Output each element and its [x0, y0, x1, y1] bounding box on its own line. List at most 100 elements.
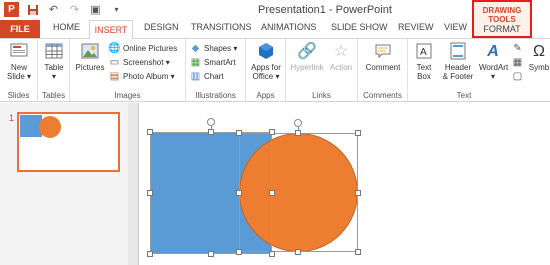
group-label-links: Links: [312, 91, 331, 100]
ribbon: New Slide ▾ Slides Table ▾ Tables Pictur…: [0, 38, 550, 102]
pictures-button[interactable]: Pictures: [73, 41, 107, 72]
tab-view[interactable]: VIEW: [444, 22, 467, 32]
powerpoint-window: P ↶ ↷ ▣ ▾ Presentation1 - PowerPoint FIL…: [0, 0, 550, 265]
photo-album-button[interactable]: ▤ Photo Album ▾: [109, 71, 175, 82]
customize-qat-icon[interactable]: ▾: [109, 2, 124, 17]
action-star-icon: ☆: [333, 42, 349, 60]
group-label-illustrations: Illustrations: [195, 91, 236, 100]
resize-handle[interactable]: [236, 130, 242, 136]
pictures-icon: [80, 41, 100, 61]
tab-insert[interactable]: INSERT: [89, 20, 133, 39]
text-box-label: Text: [416, 63, 432, 72]
date-time-button[interactable]: ▦: [512, 57, 523, 68]
screenshot-button[interactable]: ▭ Screenshot ▾: [109, 57, 170, 68]
hyperlink-label: Hyperlink: [290, 63, 324, 72]
rectangle-rotate-handle-icon[interactable]: [207, 118, 215, 126]
apps-label-2: Office ▾: [252, 72, 280, 81]
date-time-icon: ▦: [512, 57, 523, 68]
apps-label: Apps for: [251, 63, 281, 72]
header-footer-button[interactable]: Header & Footer: [439, 41, 477, 81]
resize-handle[interactable]: [295, 249, 301, 255]
resize-handle[interactable]: [355, 130, 361, 136]
tab-animations[interactable]: ANIMATIONS: [261, 22, 316, 32]
group-label-slides: Slides: [7, 91, 30, 100]
hyperlink-button[interactable]: 🔗 Hyperlink: [289, 41, 325, 72]
ribbon-tabs: FILE HOME INSERT DESIGN TRANSITIONS ANIM…: [0, 20, 550, 39]
resize-handle[interactable]: [269, 251, 275, 257]
slide-thumbnail[interactable]: [17, 112, 120, 172]
table-button[interactable]: Table ▾: [40, 41, 68, 81]
resize-handle[interactable]: [208, 251, 214, 257]
header-footer-label-2: & Footer: [442, 72, 474, 81]
signature-line-button[interactable]: ✎: [512, 43, 523, 54]
save-icon[interactable]: [25, 2, 40, 17]
new-slide-icon: [9, 41, 29, 61]
undo-icon[interactable]: ↶: [46, 2, 61, 17]
resize-handle[interactable]: [236, 249, 242, 255]
window-title: Presentation1 - PowerPoint: [258, 4, 392, 16]
quick-access-toolbar: P ↶ ↷ ▣ ▾: [4, 2, 124, 17]
resize-handle[interactable]: [355, 249, 361, 255]
smartart-button[interactable]: ▦ SmartArt: [190, 57, 236, 68]
tab-format[interactable]: FORMAT: [474, 24, 530, 34]
tab-home[interactable]: HOME: [53, 22, 80, 32]
wordart-icon: A: [487, 42, 499, 60]
resize-handle[interactable]: [236, 190, 242, 196]
redo-icon[interactable]: ↷: [67, 2, 82, 17]
resize-handle[interactable]: [147, 251, 153, 257]
slide-thumbnail-pane: 1: [0, 103, 128, 265]
powerpoint-logo-icon[interactable]: P: [4, 2, 19, 17]
tab-file[interactable]: FILE: [0, 20, 40, 38]
resize-handle[interactable]: [269, 129, 275, 135]
tab-design[interactable]: DESIGN: [144, 22, 179, 32]
resize-handle[interactable]: [295, 130, 301, 136]
smartart-icon: ▦: [190, 57, 201, 68]
tab-review[interactable]: REVIEW: [398, 22, 434, 32]
resize-handle[interactable]: [355, 190, 361, 196]
group-text: A Text Box Header & Footer A WordArt ▾ ✎…: [408, 39, 550, 101]
wordart-button[interactable]: A WordArt ▾: [479, 41, 508, 81]
apps-for-office-button[interactable]: Apps for Office ▾: [247, 41, 285, 81]
online-pictures-button[interactable]: 🌐 Online Pictures: [108, 43, 177, 54]
header-footer-label: Header: [444, 63, 472, 72]
group-illustrations: ◆ Shapes ▾ ▦ SmartArt ▥ Chart Illustrati…: [186, 39, 246, 101]
apps-store-icon: [256, 41, 276, 61]
resize-handle[interactable]: [147, 129, 153, 135]
online-pictures-icon: 🌐: [108, 43, 121, 54]
new-slide-button[interactable]: New Slide ▾: [2, 41, 36, 81]
svg-text:A: A: [420, 47, 427, 58]
symbols-label: Symb: [528, 63, 550, 72]
photo-album-icon: ▤: [109, 71, 120, 82]
new-slide-label-2: Slide ▾: [6, 72, 32, 81]
new-slide-label: New: [10, 63, 27, 72]
resize-handle[interactable]: [269, 190, 275, 196]
contextual-group-label: DRAWING TOOLS: [482, 6, 522, 24]
header-footer-icon: [448, 41, 468, 61]
slide-number: 1: [9, 113, 15, 123]
resize-handle[interactable]: [208, 129, 214, 135]
comment-button[interactable]: Comment: [361, 41, 405, 72]
chart-button[interactable]: ▥ Chart: [190, 71, 224, 82]
screenshot-icon: ▭: [109, 57, 120, 68]
object-icon: ▢: [512, 71, 523, 82]
circle-rotate-handle-icon[interactable]: [294, 119, 302, 127]
group-apps: Apps for Office ▾ Apps: [246, 39, 286, 101]
group-label-images: Images: [114, 91, 141, 100]
shapes-button[interactable]: ◆ Shapes ▾: [190, 43, 238, 54]
action-button[interactable]: ☆ Action: [326, 41, 356, 72]
table-dropdown-arrow: ▾: [51, 72, 56, 81]
group-tables: Table ▾ Tables: [38, 39, 70, 101]
action-label: Action: [329, 63, 353, 72]
present-icon[interactable]: ▣: [88, 2, 103, 17]
text-box-button[interactable]: A Text Box: [411, 41, 437, 81]
tab-transitions[interactable]: TRANSITIONS: [191, 22, 252, 32]
tab-slideshow[interactable]: SLIDE SHOW: [331, 22, 388, 32]
object-button[interactable]: ▢: [512, 71, 523, 82]
group-label-apps: Apps: [256, 91, 275, 100]
symbol-icon: Ω: [533, 42, 545, 60]
text-box-label-2: Box: [417, 72, 431, 81]
symbols-button[interactable]: Ω Symb: [528, 41, 550, 72]
slide-canvas[interactable]: [138, 103, 550, 265]
resize-handle[interactable]: [147, 190, 153, 196]
screenshot-label: Screenshot ▾: [123, 58, 170, 67]
